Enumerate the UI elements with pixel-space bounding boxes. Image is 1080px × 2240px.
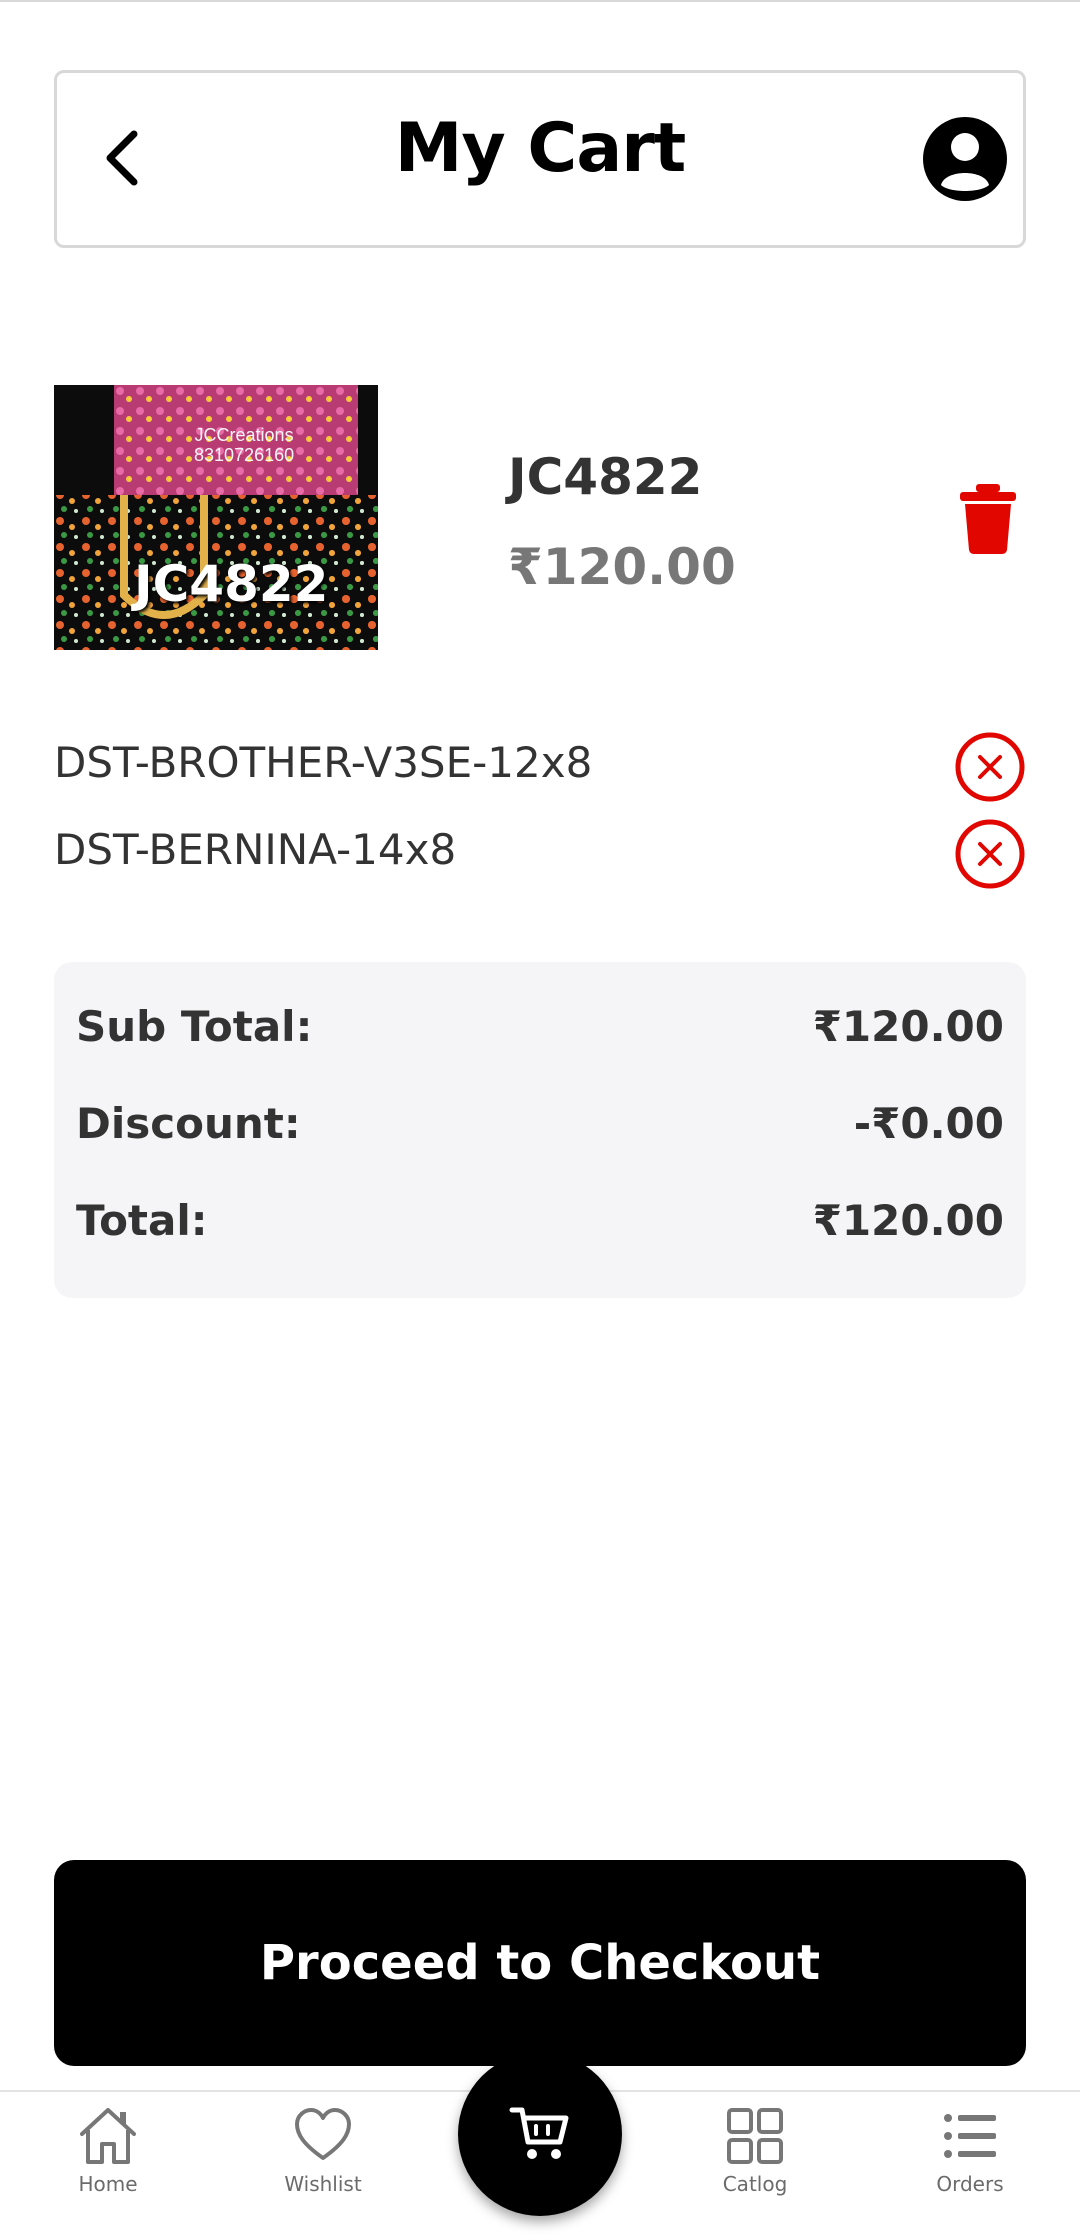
close-circle-icon	[955, 819, 1025, 889]
subtotal-row: Sub Total: ₹120.00	[76, 1002, 1004, 1062]
product-image[interactable]: JCCreations 8310726160 JC4822	[54, 385, 378, 650]
nav-item-wishlist[interactable]: Wishlist	[253, 2106, 393, 2196]
nav-item-cart[interactable]	[458, 2052, 622, 2216]
grid-icon	[727, 2108, 783, 2164]
list-icon	[944, 2114, 996, 2158]
remove-variant-button[interactable]	[954, 818, 1026, 890]
cart-icon	[509, 2107, 569, 2159]
discount-row: Discount: -₹0.00	[76, 1099, 1004, 1159]
heart-icon	[295, 2108, 351, 2160]
subtotal-label: Sub Total:	[76, 1002, 313, 1051]
user-icon	[923, 117, 1007, 201]
total-value: ₹120.00	[812, 1196, 1004, 1245]
product-name: JC4822	[508, 448, 703, 506]
discount-label: Discount:	[76, 1099, 301, 1148]
nav-item-home[interactable]: Home	[38, 2106, 178, 2196]
trash-icon	[960, 484, 1016, 554]
order-summary: Sub Total: ₹120.00 Discount: -₹0.00 Tota…	[54, 962, 1026, 1298]
app-header: My Cart	[54, 70, 1026, 248]
account-button[interactable]	[921, 115, 1009, 203]
image-code-label: JC4822	[134, 555, 329, 613]
image-watermark: JCCreations 8310726160	[194, 425, 295, 465]
nav-label-orders: Orders	[936, 2172, 1004, 2196]
variant-label: DST-BERNINA-14x8	[54, 825, 457, 874]
status-divider	[0, 0, 1080, 2]
product-price: ₹120.00	[508, 538, 736, 596]
home-icon	[80, 2108, 136, 2164]
page-title: My Cart	[394, 109, 687, 188]
nav-item-orders[interactable]: Orders	[900, 2106, 1040, 2196]
close-circle-icon	[955, 732, 1025, 802]
total-label: Total:	[76, 1196, 208, 1245]
total-row: Total: ₹120.00	[76, 1196, 1004, 1256]
nav-label-catlog: Catlog	[722, 2172, 788, 2196]
nav-item-catlog[interactable]: Catlog	[685, 2106, 825, 2196]
discount-value: -₹0.00	[853, 1099, 1004, 1148]
variant-label: DST-BROTHER-V3SE-12x8	[54, 738, 593, 787]
remove-variant-button[interactable]	[954, 731, 1026, 803]
checkout-button[interactable]: Proceed to Checkout	[54, 1860, 1026, 2066]
nav-label-home: Home	[78, 2172, 138, 2196]
nav-label-wishlist: Wishlist	[284, 2172, 362, 2196]
subtotal-value: ₹120.00	[812, 1002, 1004, 1051]
delete-item-button[interactable]	[956, 482, 1020, 556]
